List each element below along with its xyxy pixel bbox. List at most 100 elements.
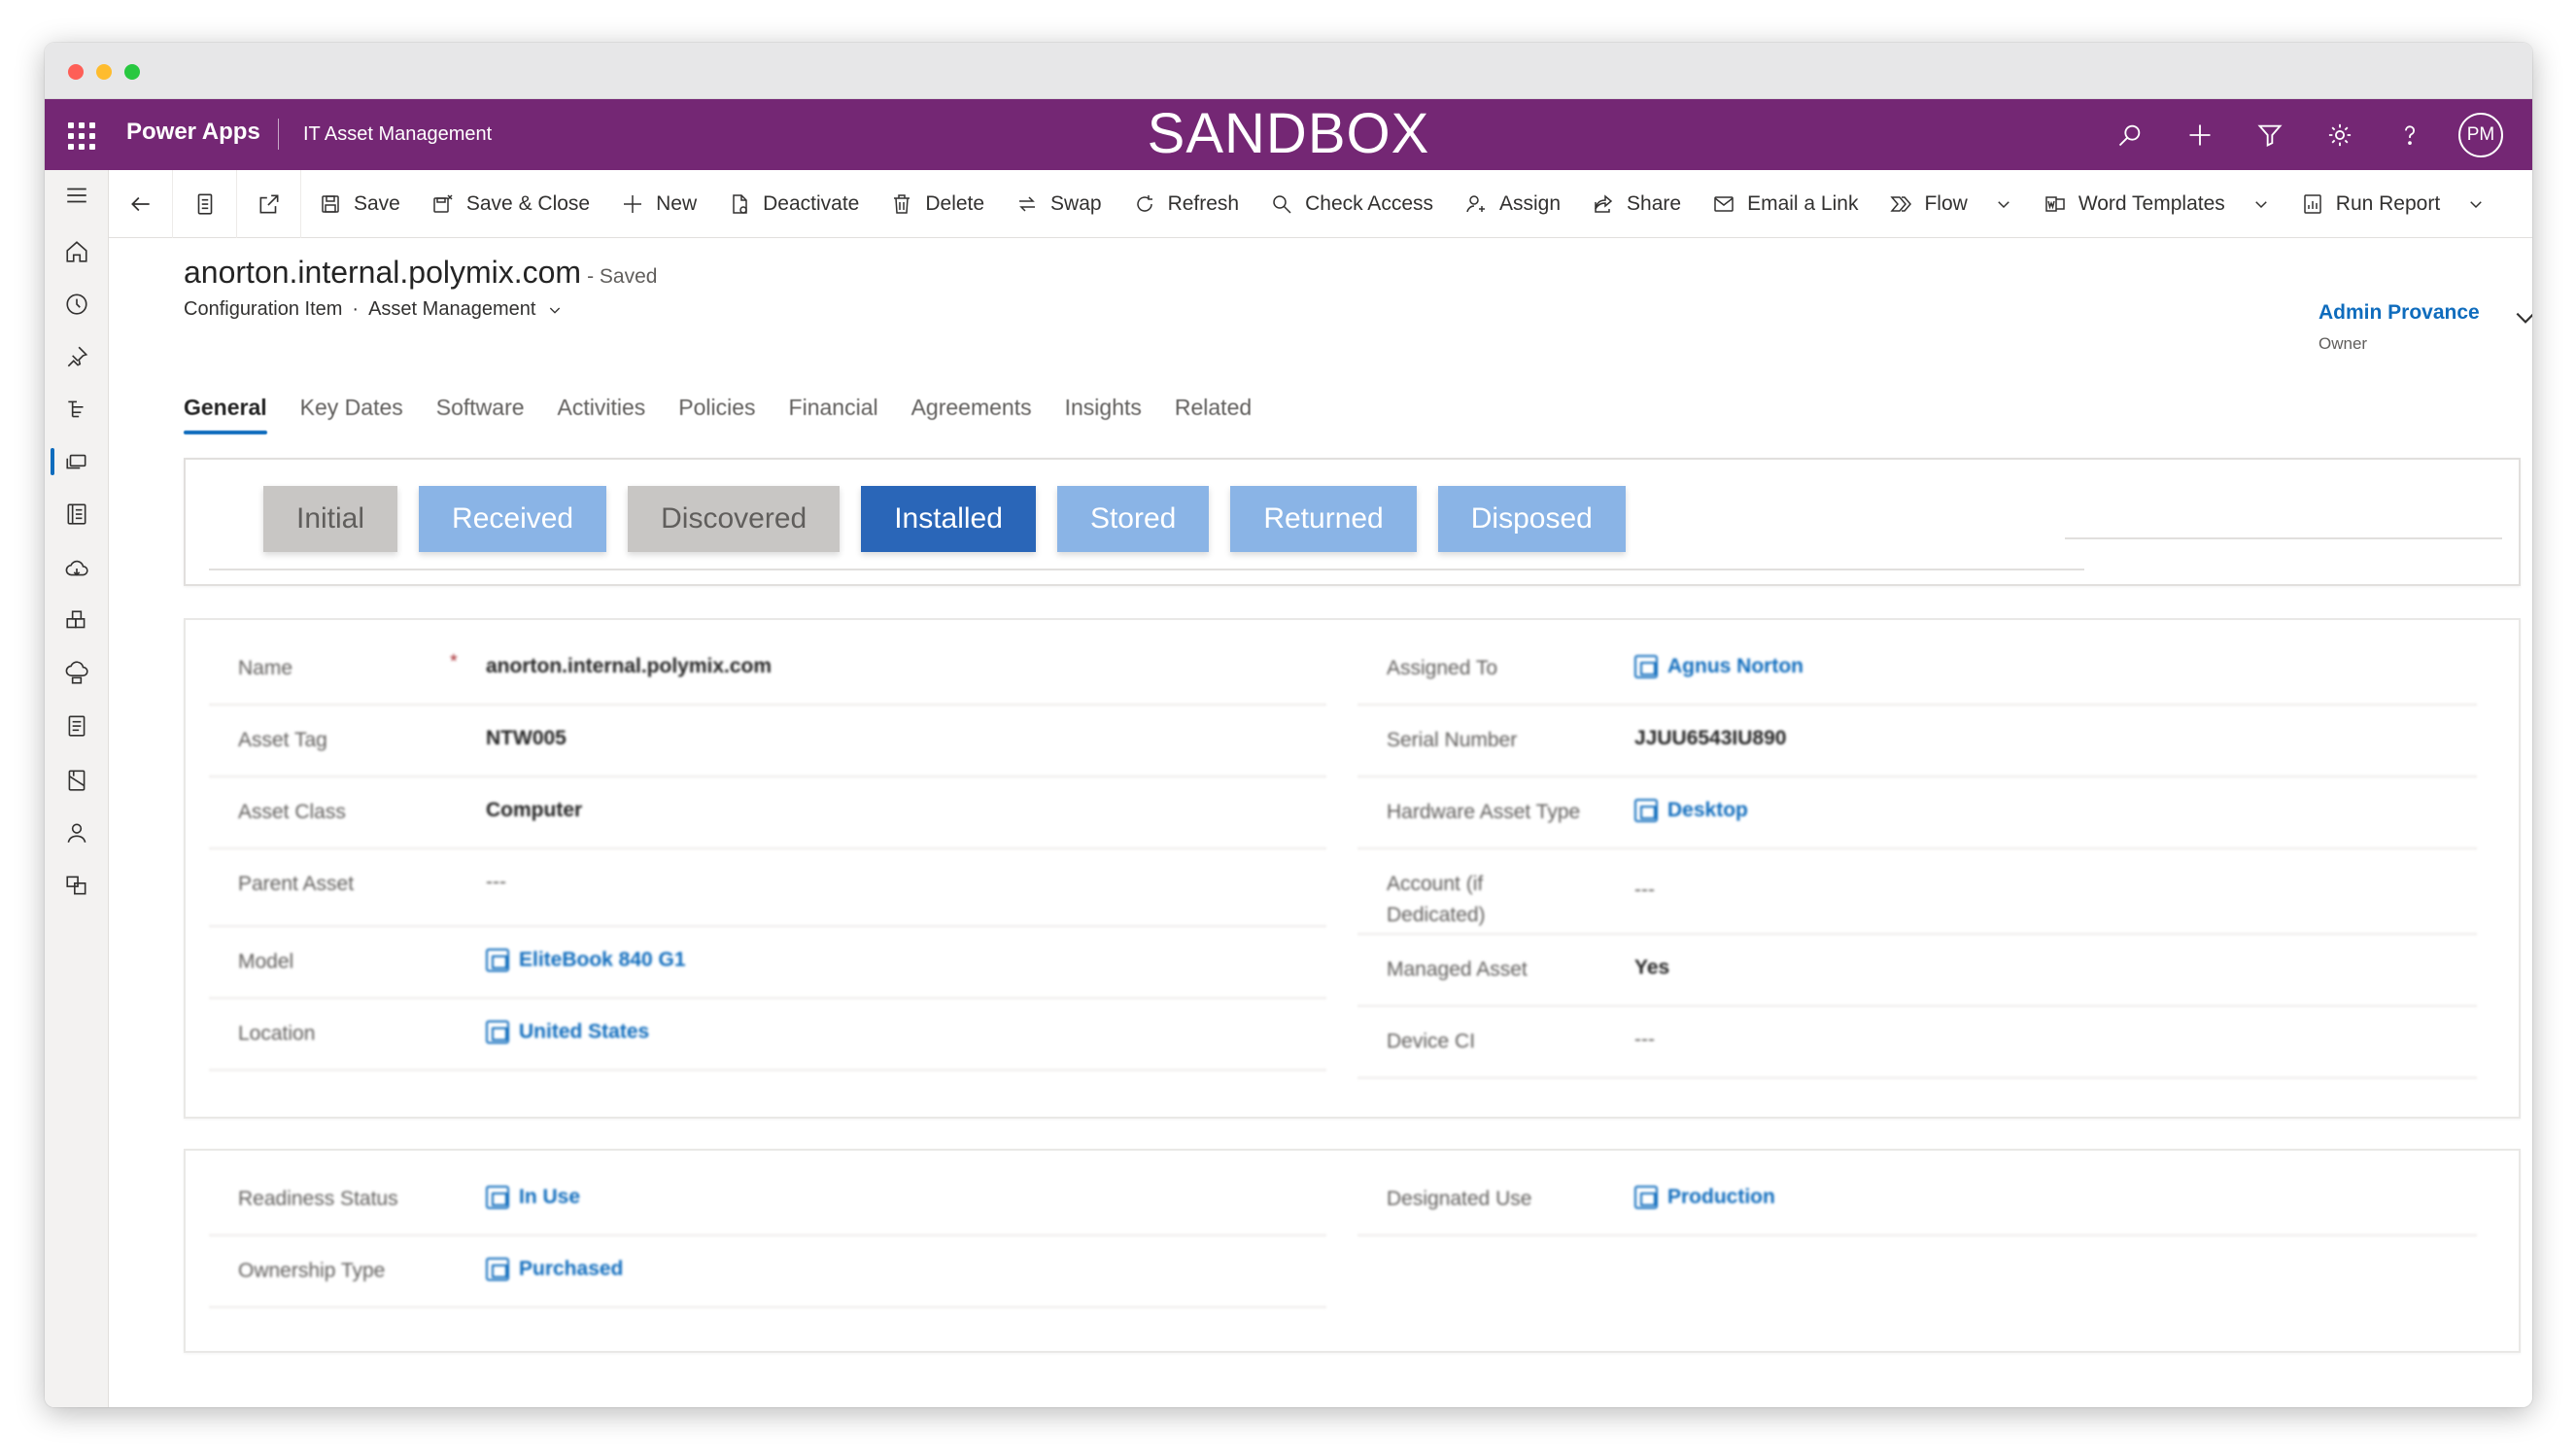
ownership-type-lookup[interactable]: Purchased [486, 1258, 623, 1281]
owner-name-link[interactable]: Admin Provance [2318, 301, 2480, 325]
stage-received[interactable]: Received [419, 486, 607, 552]
minimize-window-button[interactable] [96, 64, 112, 80]
tab-related[interactable]: Related [1175, 395, 1252, 434]
refresh-icon [1136, 195, 1152, 212]
deactivate-button[interactable]: Deactivate [712, 170, 875, 238]
run-report-button[interactable]: Run Report [2285, 170, 2500, 238]
devices-icon[interactable] [45, 866, 109, 905]
catalog-icon[interactable] [45, 495, 109, 534]
field-label: Model [238, 950, 294, 973]
location-lookup[interactable]: United States [486, 1020, 649, 1044]
form-selector[interactable]: Asset Management [368, 298, 535, 320]
home-icon[interactable] [45, 232, 109, 271]
tab-financial[interactable]: Financial [789, 395, 878, 434]
record-header: anorton.internal.polymix.com - Saved Conf… [184, 255, 657, 321]
asset-tag-field[interactable]: NTW005 [486, 727, 567, 750]
window-titlebar [45, 43, 2532, 99]
new-button[interactable]: New [605, 170, 712, 238]
back-arrow-icon[interactable] [109, 170, 173, 238]
chevron-down-icon[interactable] [1995, 195, 2012, 213]
stage-discovered[interactable]: Discovered [628, 486, 841, 552]
hierarchy-icon[interactable] [45, 390, 109, 429]
document-icon[interactable] [45, 707, 109, 745]
account-field[interactable]: --- [1634, 879, 1655, 902]
delete-button[interactable]: Delete [875, 170, 1000, 238]
model-value[interactable]: EliteBook 840 G1 [519, 949, 686, 972]
record-set-icon[interactable] [173, 170, 237, 238]
search-icon[interactable] [2095, 113, 2165, 157]
stage-stored[interactable]: Stored [1056, 486, 1210, 552]
check-access-button[interactable]: Check Access [1254, 170, 1449, 238]
assigned-to-lookup[interactable]: Agnus Norton [1634, 655, 1803, 678]
readiness-status-value[interactable]: In Use [519, 1186, 580, 1209]
word-templates-label: Word Templates [2078, 192, 2225, 215]
swap-icon [1019, 196, 1036, 212]
save-button[interactable]: Save [303, 170, 416, 238]
configuration-items-icon[interactable] [45, 442, 109, 481]
designated-use-lookup[interactable]: Production [1634, 1186, 1775, 1209]
maximize-window-button[interactable] [124, 64, 140, 80]
tab-general[interactable]: General [184, 395, 267, 434]
user-avatar[interactable]: PM [2458, 113, 2503, 157]
share-button[interactable]: Share [1576, 170, 1697, 238]
word-templates-button[interactable]: Word Templates [2028, 170, 2285, 238]
parent-asset-field[interactable]: --- [486, 871, 506, 894]
chevron-down-icon[interactable] [547, 302, 563, 318]
email-link-button[interactable]: Email a Link [1697, 170, 1873, 238]
flow-button[interactable]: Flow [1873, 170, 2027, 238]
required-marker: * [450, 651, 458, 673]
cloud-icon[interactable] [45, 549, 109, 588]
help-icon[interactable] [2375, 113, 2445, 157]
model-lookup[interactable]: EliteBook 840 G1 [486, 949, 686, 972]
user-icon[interactable] [45, 813, 109, 852]
products-icon[interactable] [45, 602, 109, 640]
gear-icon[interactable] [2305, 113, 2375, 157]
filter-icon[interactable] [2235, 113, 2305, 157]
tab-activities[interactable]: Activities [558, 395, 646, 434]
hardware-asset-type-value[interactable]: Desktop [1667, 799, 1748, 822]
readiness-status-lookup[interactable]: In Use [486, 1186, 580, 1209]
expand-header-chevron-icon[interactable] [2513, 305, 2532, 330]
tab-software[interactable]: Software [436, 395, 525, 434]
open-new-window-icon[interactable] [237, 170, 301, 238]
stage-returned[interactable]: Returned [1230, 486, 1417, 552]
assign-button[interactable]: Assign [1449, 170, 1576, 238]
contract-icon[interactable] [45, 761, 109, 800]
close-window-button[interactable] [68, 64, 84, 80]
tab-policies[interactable]: Policies [678, 395, 755, 434]
designated-use-value[interactable]: Production [1667, 1186, 1775, 1209]
share-label: Share [1627, 192, 1682, 215]
location-value[interactable]: United States [519, 1020, 649, 1044]
hamburger-menu-icon[interactable] [45, 176, 109, 215]
swap-button[interactable]: Swap [1000, 170, 1117, 238]
stage-installed[interactable]: Installed [861, 486, 1036, 552]
command-bar: Save Save & Close New Deactivate Delete … [109, 170, 2532, 238]
managed-asset-field[interactable]: Yes [1634, 956, 1669, 980]
recent-clock-icon[interactable] [45, 285, 109, 324]
stage-initial[interactable]: Initial [263, 486, 398, 552]
stage-disposed[interactable]: Disposed [1437, 486, 1626, 552]
assigned-to-value[interactable]: Agnus Norton [1667, 655, 1803, 678]
tab-agreements[interactable]: Agreements [911, 395, 1032, 434]
field-label: Readiness Status [238, 1188, 398, 1210]
asset-class-field[interactable]: Computer [486, 799, 582, 822]
software-icon[interactable] [45, 654, 109, 693]
device-ci-field[interactable]: --- [1634, 1028, 1655, 1052]
record-subtitle: Configuration Item · Asset Management [184, 298, 657, 321]
tab-insights[interactable]: Insights [1065, 395, 1142, 434]
name-field[interactable]: anorton.internal.polymix.com [486, 655, 772, 678]
chevron-down-icon[interactable] [2467, 195, 2485, 213]
tab-key-dates[interactable]: Key Dates [300, 395, 403, 434]
save-close-button[interactable]: Save & Close [416, 170, 605, 238]
refresh-button[interactable]: Refresh [1117, 170, 1255, 238]
refresh-label: Refresh [1167, 192, 1240, 215]
serial-number-field[interactable]: JJUU6543IU890 [1634, 727, 1786, 750]
plus-icon[interactable] [2165, 113, 2235, 157]
ownership-type-value[interactable]: Purchased [519, 1258, 623, 1281]
email-icon [1714, 196, 1734, 212]
field-row: Asset Tag NTW005 [209, 706, 1326, 777]
pin-icon[interactable] [45, 337, 109, 376]
hardware-asset-type-lookup[interactable]: Desktop [1634, 799, 1748, 822]
chevron-down-icon[interactable] [2252, 195, 2270, 213]
field-row: Serial Number JJUU6543IU890 [1357, 706, 2477, 777]
